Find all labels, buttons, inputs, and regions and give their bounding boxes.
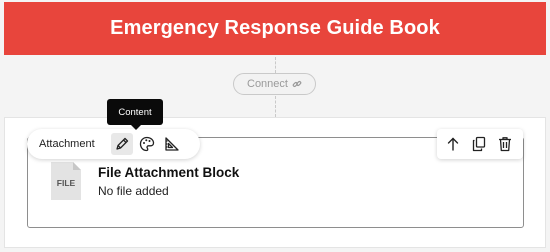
block-type-label: Attachment [39, 138, 95, 150]
block-title: File Attachment Block [98, 165, 240, 180]
set-square-icon[interactable] [161, 133, 183, 155]
arrow-up-icon[interactable] [442, 133, 464, 155]
tooltip-label: Content [118, 106, 152, 118]
copy-icon[interactable] [468, 133, 490, 155]
page-header: Emergency Response Guide Book [4, 2, 546, 55]
block-actions-toolbar [437, 129, 523, 159]
tooltip: Content [107, 99, 163, 130]
connect-button[interactable]: Connect [233, 73, 316, 95]
block-status: No file added [98, 184, 169, 198]
link-icon [292, 79, 302, 89]
file-icon-label: FILE [57, 178, 76, 188]
connector-line-bottom [275, 96, 276, 117]
block-toolbar: Attachment [27, 129, 200, 159]
connector-line-top [275, 57, 276, 73]
page-title: Emergency Response Guide Book [110, 17, 440, 39]
connect-label: Connect [247, 78, 288, 90]
file-icon: FILE [51, 162, 81, 200]
trash-icon[interactable] [494, 133, 516, 155]
palette-icon[interactable] [136, 133, 158, 155]
pencil-icon[interactable] [111, 133, 133, 155]
